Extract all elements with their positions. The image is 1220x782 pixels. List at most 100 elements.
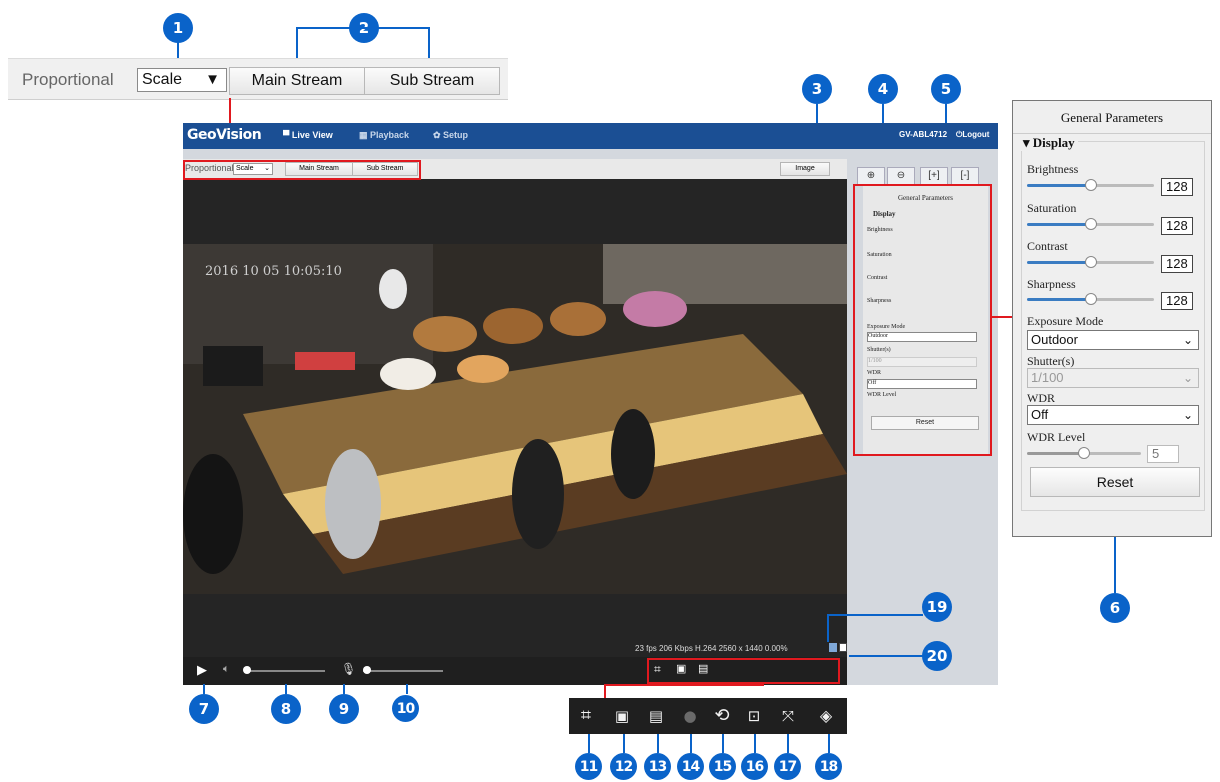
- geovision-logo: GeoVision: [187, 127, 262, 143]
- crop-icon[interactable]: ⌗: [573, 703, 599, 729]
- wdr-select[interactable]: Off ⌄: [1027, 405, 1199, 425]
- shutter-label: Shutter(s): [1027, 354, 1075, 368]
- callout-6: 6: [1100, 593, 1130, 623]
- callout-4: 4: [868, 74, 898, 104]
- callout-17: 17: [774, 753, 801, 780]
- display-legend: ▾ Display: [1020, 135, 1078, 151]
- mic-volume-slider[interactable]: [363, 670, 443, 672]
- logout-link[interactable]: ⏻Logout: [956, 130, 989, 140]
- contrast-slider[interactable]: [1027, 256, 1154, 270]
- scale-select[interactable]: Scale ▼: [137, 68, 227, 92]
- triangle-down-icon: ▾: [1023, 135, 1033, 150]
- chevron-down-icon: ⌄: [1182, 371, 1193, 385]
- exposure-mode-value: Outdoor: [1031, 332, 1078, 347]
- callout-14: 14: [677, 753, 704, 780]
- nav-live-view[interactable]: ▀ Live View: [283, 130, 333, 140]
- exposure-mode-label: Exposure Mode: [1027, 314, 1104, 328]
- fullscreen-icon[interactable]: ⤧: [775, 703, 801, 729]
- status-icon-20: [839, 643, 847, 652]
- saturation-track: [1091, 223, 1154, 226]
- brightness-slider[interactable]: [1027, 179, 1154, 193]
- wdr-level-knob[interactable]: [1078, 447, 1090, 459]
- reset-button[interactable]: Reset: [1030, 467, 1200, 497]
- record-icon-small[interactable]: ▤: [698, 662, 708, 675]
- sharpness-knob[interactable]: [1085, 293, 1097, 305]
- callout-19: 19: [922, 592, 952, 622]
- status-icon-19: [829, 643, 837, 652]
- ptz-region-icon[interactable]: ⊡: [741, 703, 767, 729]
- monitor-icon: ▀: [283, 130, 292, 140]
- play-icon[interactable]: ▶: [197, 662, 207, 678]
- contrast-fill: [1027, 261, 1091, 264]
- brightness-knob[interactable]: [1085, 179, 1097, 191]
- digital-zoom-icon[interactable]: ⟲: [709, 703, 735, 729]
- saturation-knob[interactable]: [1085, 218, 1097, 230]
- stream-stats: 23 fps 206 Kbps H.264 2560 x 1440 0.00%: [635, 644, 788, 653]
- speaker-icon[interactable]: 🔈︎: [223, 663, 230, 676]
- sharpness-track: [1091, 298, 1154, 301]
- callout-7: 7: [189, 694, 219, 724]
- contrast-value[interactable]: 128: [1161, 255, 1193, 273]
- zoomed-toolbar: ⌗ ▣ ▤ ● ⟲ ⊡ ⤧ ◈: [569, 698, 847, 734]
- video-area[interactable]: 2016 10 05 10:05:10 23 fps 206 Kbps H.26…: [183, 179, 847, 657]
- zoomed-stream-bar: Proportional Scale ▼ Main Stream Sub Stre…: [8, 58, 508, 100]
- exposure-mode-select[interactable]: Outdoor ⌄: [1027, 330, 1199, 350]
- wdr-level-slider[interactable]: [1027, 447, 1141, 461]
- saturation-fill: [1027, 223, 1091, 226]
- ptz-control-icon[interactable]: ◈: [813, 703, 839, 729]
- wdr-level-value[interactable]: 5: [1147, 445, 1179, 463]
- scale-select-value: Scale: [142, 71, 183, 88]
- image-button[interactable]: Image: [780, 162, 830, 176]
- callout-10: 10: [392, 695, 419, 722]
- record-icon[interactable]: ▤: [643, 703, 669, 729]
- zoom-in-button[interactable]: ⊕: [857, 167, 885, 185]
- mic-volume-knob[interactable]: [363, 666, 371, 674]
- top-nav: GeoVision ▀ Live View ▦ Playback ✿ Setup…: [183, 123, 998, 149]
- crop-icon-small[interactable]: ⌗: [654, 662, 661, 677]
- proportional-label: Proportional: [22, 70, 114, 89]
- snapshot-icon-small[interactable]: ▣: [676, 662, 686, 675]
- callout-11: 11: [575, 753, 602, 780]
- film-icon: ▦: [359, 130, 371, 140]
- brightness-value[interactable]: 128: [1161, 178, 1193, 196]
- wdr-level-fill: [1027, 452, 1084, 455]
- volume-knob[interactable]: [243, 666, 251, 674]
- mute-mic-icon[interactable]: ●: [677, 703, 703, 729]
- camera-video: 2016 10 05 10:05:10: [183, 244, 847, 594]
- chevron-down-icon: ⌄: [1182, 333, 1193, 347]
- callout-20: 20: [922, 641, 952, 671]
- callout-5: 5: [931, 74, 961, 104]
- volume-slider[interactable]: [245, 670, 325, 672]
- shutter-select[interactable]: 1/100 ⌄: [1027, 368, 1199, 388]
- fit-window-button[interactable]: [+]: [920, 167, 948, 185]
- main-stream-tab[interactable]: Main Stream: [229, 67, 365, 95]
- shutter-value: 1/100: [1031, 370, 1064, 385]
- brightness-track: [1091, 184, 1154, 187]
- chevron-down-icon: ⌄: [1182, 408, 1193, 422]
- snapshot-icon[interactable]: ▣: [609, 703, 635, 729]
- sharpness-label: Sharpness: [1027, 277, 1076, 291]
- callout-18: 18: [815, 753, 842, 780]
- logout-label: Logout: [962, 130, 990, 139]
- saturation-value[interactable]: 128: [1161, 217, 1193, 235]
- nav-setup[interactable]: ✿ Setup: [433, 130, 468, 141]
- nav-live-view-label: Live View: [291, 130, 333, 140]
- nav-playback[interactable]: ▦ Playback: [359, 130, 409, 141]
- callout-1: 1: [163, 13, 193, 43]
- callout-15: 15: [709, 753, 736, 780]
- callout-9: 9: [329, 694, 359, 724]
- zoom-out-button[interactable]: ⊖: [887, 167, 915, 185]
- callout-12: 12: [610, 753, 637, 780]
- video-timestamp: 2016 10 05 10:05:10: [205, 264, 342, 279]
- sharpness-value[interactable]: 128: [1161, 292, 1193, 310]
- saturation-slider[interactable]: [1027, 218, 1154, 232]
- microphone-icon[interactable]: 🎙︎: [341, 662, 356, 676]
- chevron-down-icon: ▼: [205, 71, 220, 88]
- sub-stream-tab[interactable]: Sub Stream: [364, 67, 500, 95]
- highlight-params-panel: [853, 184, 992, 456]
- sharpness-slider[interactable]: [1027, 293, 1154, 307]
- contrast-knob[interactable]: [1085, 256, 1097, 268]
- brightness-fill: [1027, 184, 1091, 187]
- original-size-button[interactable]: [-]: [951, 167, 979, 185]
- callout-8: 8: [271, 694, 301, 724]
